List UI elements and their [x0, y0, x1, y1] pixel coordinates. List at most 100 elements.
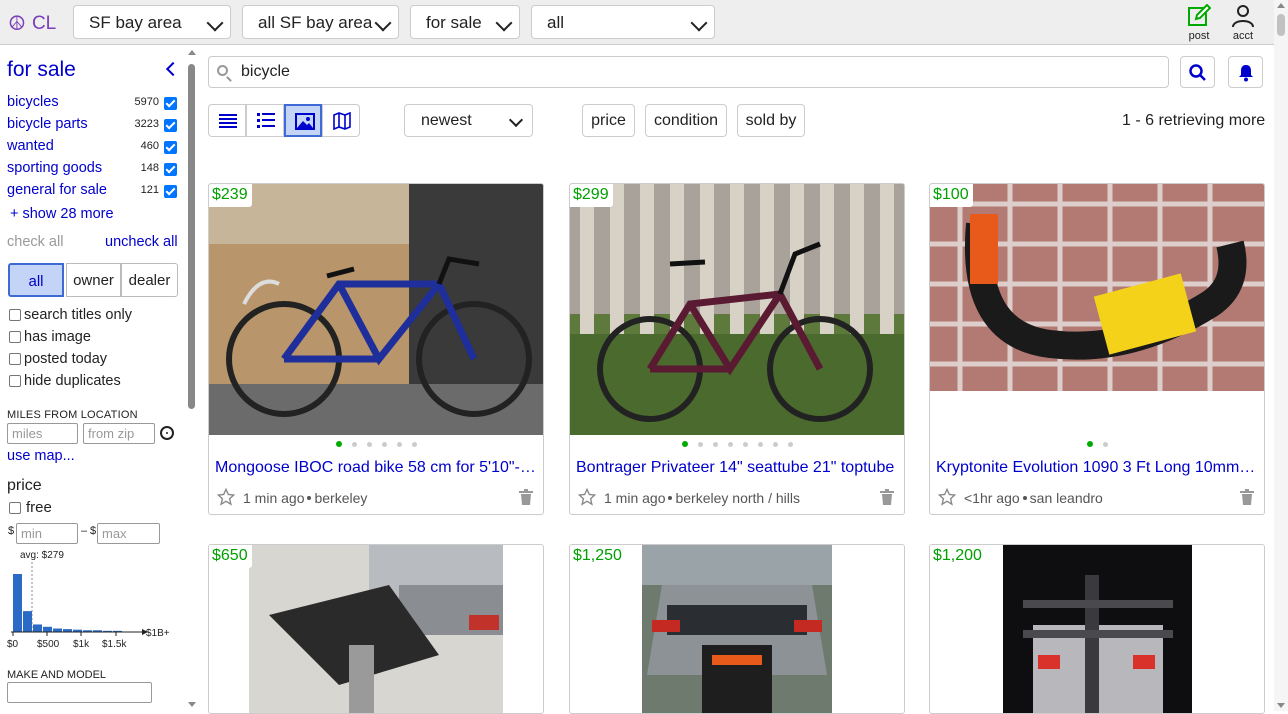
hide-trash-icon[interactable]	[880, 489, 894, 505]
listing-card[interactable]: $650	[208, 544, 544, 714]
carousel-dot[interactable]	[757, 442, 763, 447]
post-button[interactable]: post	[1179, 4, 1219, 42]
category-checkbox[interactable]	[164, 185, 177, 198]
checkbox[interactable]	[9, 353, 21, 365]
carousel-dot[interactable]	[727, 442, 733, 447]
show-more-categories-link[interactable]: + show 28 more	[10, 206, 114, 222]
category-label[interactable]: wanted	[7, 138, 54, 154]
category-general-for-sale[interactable]: general for sale 121	[7, 182, 179, 202]
image-carousel-dots[interactable]	[570, 440, 904, 450]
carousel-dot[interactable]	[396, 442, 402, 447]
section-select[interactable]: for sale	[410, 5, 520, 39]
category-label[interactable]: bicycles	[7, 94, 59, 110]
image-carousel-dots[interactable]	[209, 440, 543, 450]
carousel-dot[interactable]	[742, 442, 748, 447]
sidebar-scrollbar-thumb[interactable]	[188, 64, 195, 409]
craigslist-logo[interactable]: ☮ CL	[8, 11, 56, 36]
image-carousel-dots[interactable]	[930, 440, 1264, 450]
listing-card[interactable]: $239 Mongoose IBOC road bike 58 cm for 5…	[208, 183, 544, 515]
scroll-up-arrow-icon[interactable]	[1277, 3, 1285, 8]
account-button[interactable]: acct	[1223, 4, 1263, 42]
zip-input[interactable]: from zip	[83, 423, 155, 444]
favorite-star-icon[interactable]	[938, 488, 956, 506]
favorite-star-icon[interactable]	[217, 488, 235, 506]
listing-card[interactable]: $100 Kryptonite Evolution 1090 3 Ft Long…	[929, 183, 1265, 515]
price-histogram[interactable]: avg: $279 $0 $500 $1k $1.5k $1B+	[6, 548, 182, 653]
view-list-button[interactable]	[208, 104, 246, 137]
category-sporting-goods[interactable]: sporting goods 148	[7, 160, 179, 180]
category-label[interactable]: general for sale	[7, 182, 107, 198]
checkbox[interactable]	[9, 501, 21, 514]
listing-image[interactable]	[249, 545, 503, 713]
option-posted-today[interactable]: posted today	[9, 351, 107, 367]
max-price-input[interactable]: max	[97, 523, 160, 544]
category-bicycle-parts[interactable]: bicycle parts 3223	[7, 116, 179, 136]
seller-all-button[interactable]: all	[8, 263, 64, 297]
carousel-dot[interactable]	[681, 441, 688, 447]
view-preview-button[interactable]	[246, 104, 284, 137]
collapse-sidebar-icon[interactable]	[165, 61, 181, 77]
carousel-dot[interactable]	[787, 442, 793, 447]
sidebar-title[interactable]: for sale	[7, 58, 76, 82]
carousel-dot[interactable]	[712, 442, 718, 447]
listing-image[interactable]	[642, 545, 832, 713]
carousel-dot[interactable]	[697, 442, 703, 447]
category-label[interactable]: sporting goods	[7, 160, 102, 176]
carousel-dot[interactable]	[772, 442, 778, 447]
price-filter-button[interactable]: price	[582, 104, 635, 137]
subarea-select[interactable]: all SF bay area	[242, 5, 399, 39]
search-input[interactable]: bicycle	[208, 56, 1169, 88]
page-scrollbar[interactable]	[1274, 0, 1288, 711]
listing-card[interactable]: $1,250	[569, 544, 905, 714]
hide-trash-icon[interactable]	[519, 489, 533, 505]
scroll-up-arrow-icon[interactable]	[188, 50, 196, 55]
checkbox[interactable]	[9, 309, 21, 321]
carousel-dot[interactable]	[366, 442, 372, 447]
category-bicycles[interactable]: bicycles 5970	[7, 94, 179, 114]
carousel-dot[interactable]	[1102, 442, 1108, 447]
option-search-titles-only[interactable]: search titles only	[9, 307, 132, 323]
miles-input[interactable]: miles	[7, 423, 78, 444]
carousel-dot[interactable]	[411, 442, 417, 447]
category-select[interactable]: all	[531, 5, 715, 39]
listing-card[interactable]: $299 Bontrager Privateer 14" seattube 21…	[569, 183, 905, 515]
save-search-alert-button[interactable]	[1228, 56, 1263, 88]
carousel-dot[interactable]	[381, 442, 387, 447]
listing-card[interactable]: $1,200	[929, 544, 1265, 714]
listing-image[interactable]	[1003, 545, 1192, 713]
category-checkbox[interactable]	[164, 119, 177, 132]
seller-dealer-button[interactable]: dealer	[121, 263, 178, 297]
location-select[interactable]: SF bay area	[73, 5, 231, 39]
condition-filter-button[interactable]: condition	[645, 104, 727, 137]
category-wanted[interactable]: wanted 460	[7, 138, 179, 158]
category-checkbox[interactable]	[164, 163, 177, 176]
free-option[interactable]: free	[9, 499, 52, 516]
carousel-dot[interactable]	[351, 442, 357, 447]
checkbox[interactable]	[9, 375, 21, 387]
scrollbar-thumb[interactable]	[1277, 14, 1285, 36]
min-price-input[interactable]: min	[16, 523, 78, 544]
uncheck-all-link[interactable]: uncheck all	[105, 234, 178, 250]
listing-title[interactable]: Mongoose IBOC road bike 58 cm for 5'10"-…	[215, 459, 537, 477]
make-model-input[interactable]	[7, 682, 152, 703]
view-map-button[interactable]	[322, 104, 360, 137]
option-has-image[interactable]: has image	[9, 329, 91, 345]
checkbox[interactable]	[9, 331, 21, 343]
option-hide-duplicates[interactable]: hide duplicates	[9, 373, 121, 389]
seller-owner-button[interactable]: owner	[66, 263, 121, 297]
listing-title[interactable]: Kryptonite Evolution 1090 3 Ft Long 10mm…	[936, 459, 1258, 477]
sidebar-scrollbar[interactable]	[186, 46, 198, 711]
listing-image[interactable]	[570, 184, 904, 435]
hide-trash-icon[interactable]	[1240, 489, 1254, 505]
sold-by-filter-button[interactable]: sold by	[737, 104, 805, 137]
category-label[interactable]: bicycle parts	[7, 116, 88, 132]
carousel-dot[interactable]	[335, 441, 342, 447]
listing-image[interactable]	[930, 184, 1264, 391]
locate-me-icon[interactable]	[160, 426, 174, 440]
listing-image[interactable]	[209, 184, 543, 435]
carousel-dot[interactable]	[1086, 441, 1093, 447]
search-button[interactable]	[1180, 56, 1215, 88]
use-map-link[interactable]: use map...	[7, 448, 75, 464]
listing-title[interactable]: Bontrager Privateer 14" seattube 21" top…	[576, 459, 898, 477]
scroll-down-arrow-icon[interactable]	[1277, 703, 1285, 708]
